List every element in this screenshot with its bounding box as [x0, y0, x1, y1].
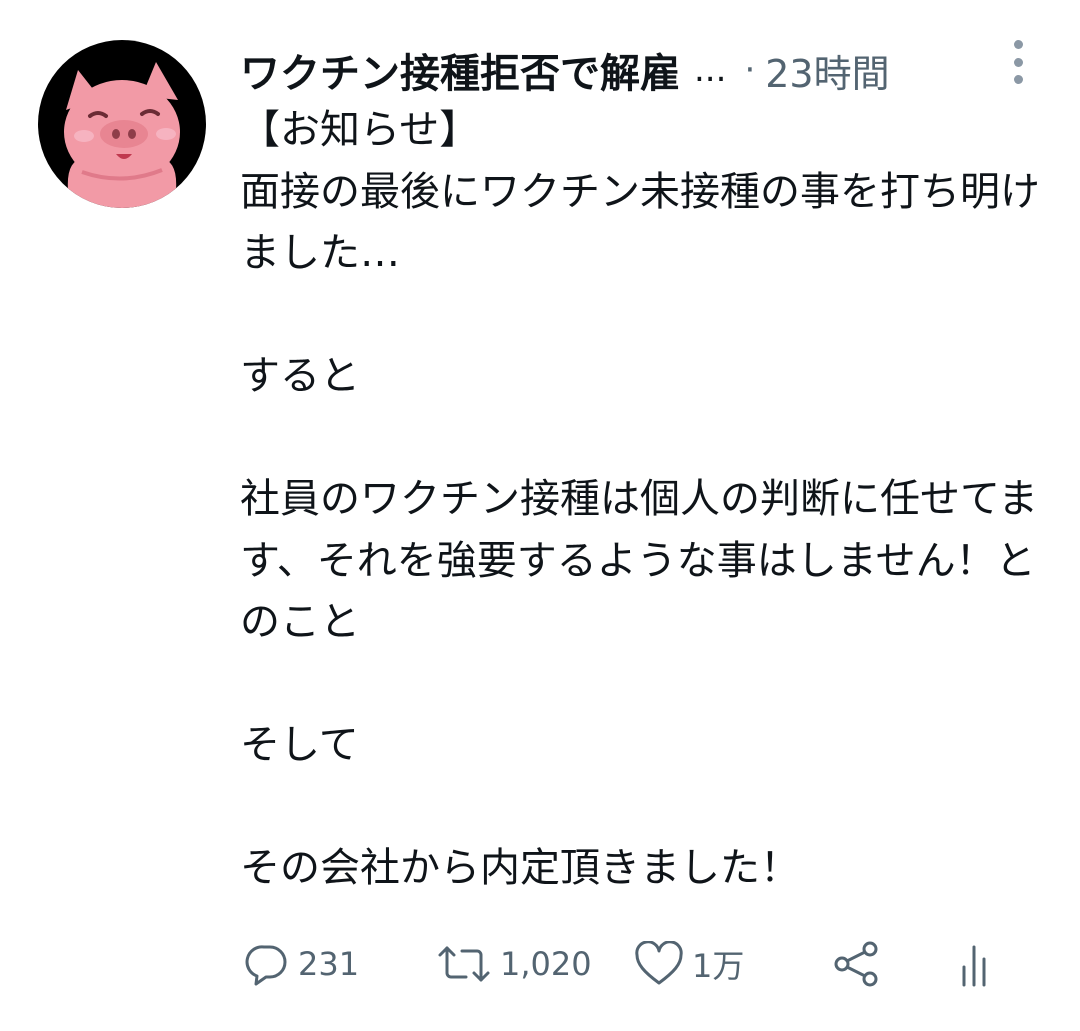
tweet-timestamp[interactable]: 23時間 — [765, 43, 889, 98]
more-options-icon[interactable] — [1008, 40, 1028, 84]
retweet-count: 1,020 — [500, 945, 592, 983]
more-dot — [1013, 40, 1023, 49]
retweet-icon — [436, 941, 492, 987]
display-name[interactable]: ワクチン接種拒否で解雇 — [240, 41, 680, 99]
more-dot — [1013, 75, 1023, 84]
more-dot — [1013, 57, 1023, 67]
views-button[interactable] — [958, 934, 994, 994]
name-truncation: ... — [694, 50, 727, 90]
header-separator: · — [744, 50, 756, 90]
reply-count: 231 — [298, 945, 360, 983]
tweet-body: 【お知らせ】 面接の最後にワクチン未接種の事を打ち明けました… すると 社員のワ… — [240, 107, 1040, 891]
heart-icon — [634, 941, 684, 987]
tweet-action-bar: 231 1,020 1万 — [240, 934, 1040, 994]
retweet-button[interactable]: 1,020 — [436, 934, 592, 994]
pig-avatar-icon — [64, 62, 180, 208]
like-button[interactable]: 1万 — [634, 934, 744, 994]
analytics-bars-icon — [958, 939, 994, 989]
share-button[interactable] — [830, 934, 882, 994]
like-count: 1万 — [692, 947, 745, 985]
reply-button[interactable]: 231 — [244, 934, 359, 994]
user-avatar[interactable] — [38, 40, 206, 208]
tweet-header: ワクチン接種拒否で解雇 ... · 23時間 — [240, 40, 1040, 100]
share-icon — [830, 939, 882, 989]
reply-bubble-icon — [244, 941, 290, 987]
